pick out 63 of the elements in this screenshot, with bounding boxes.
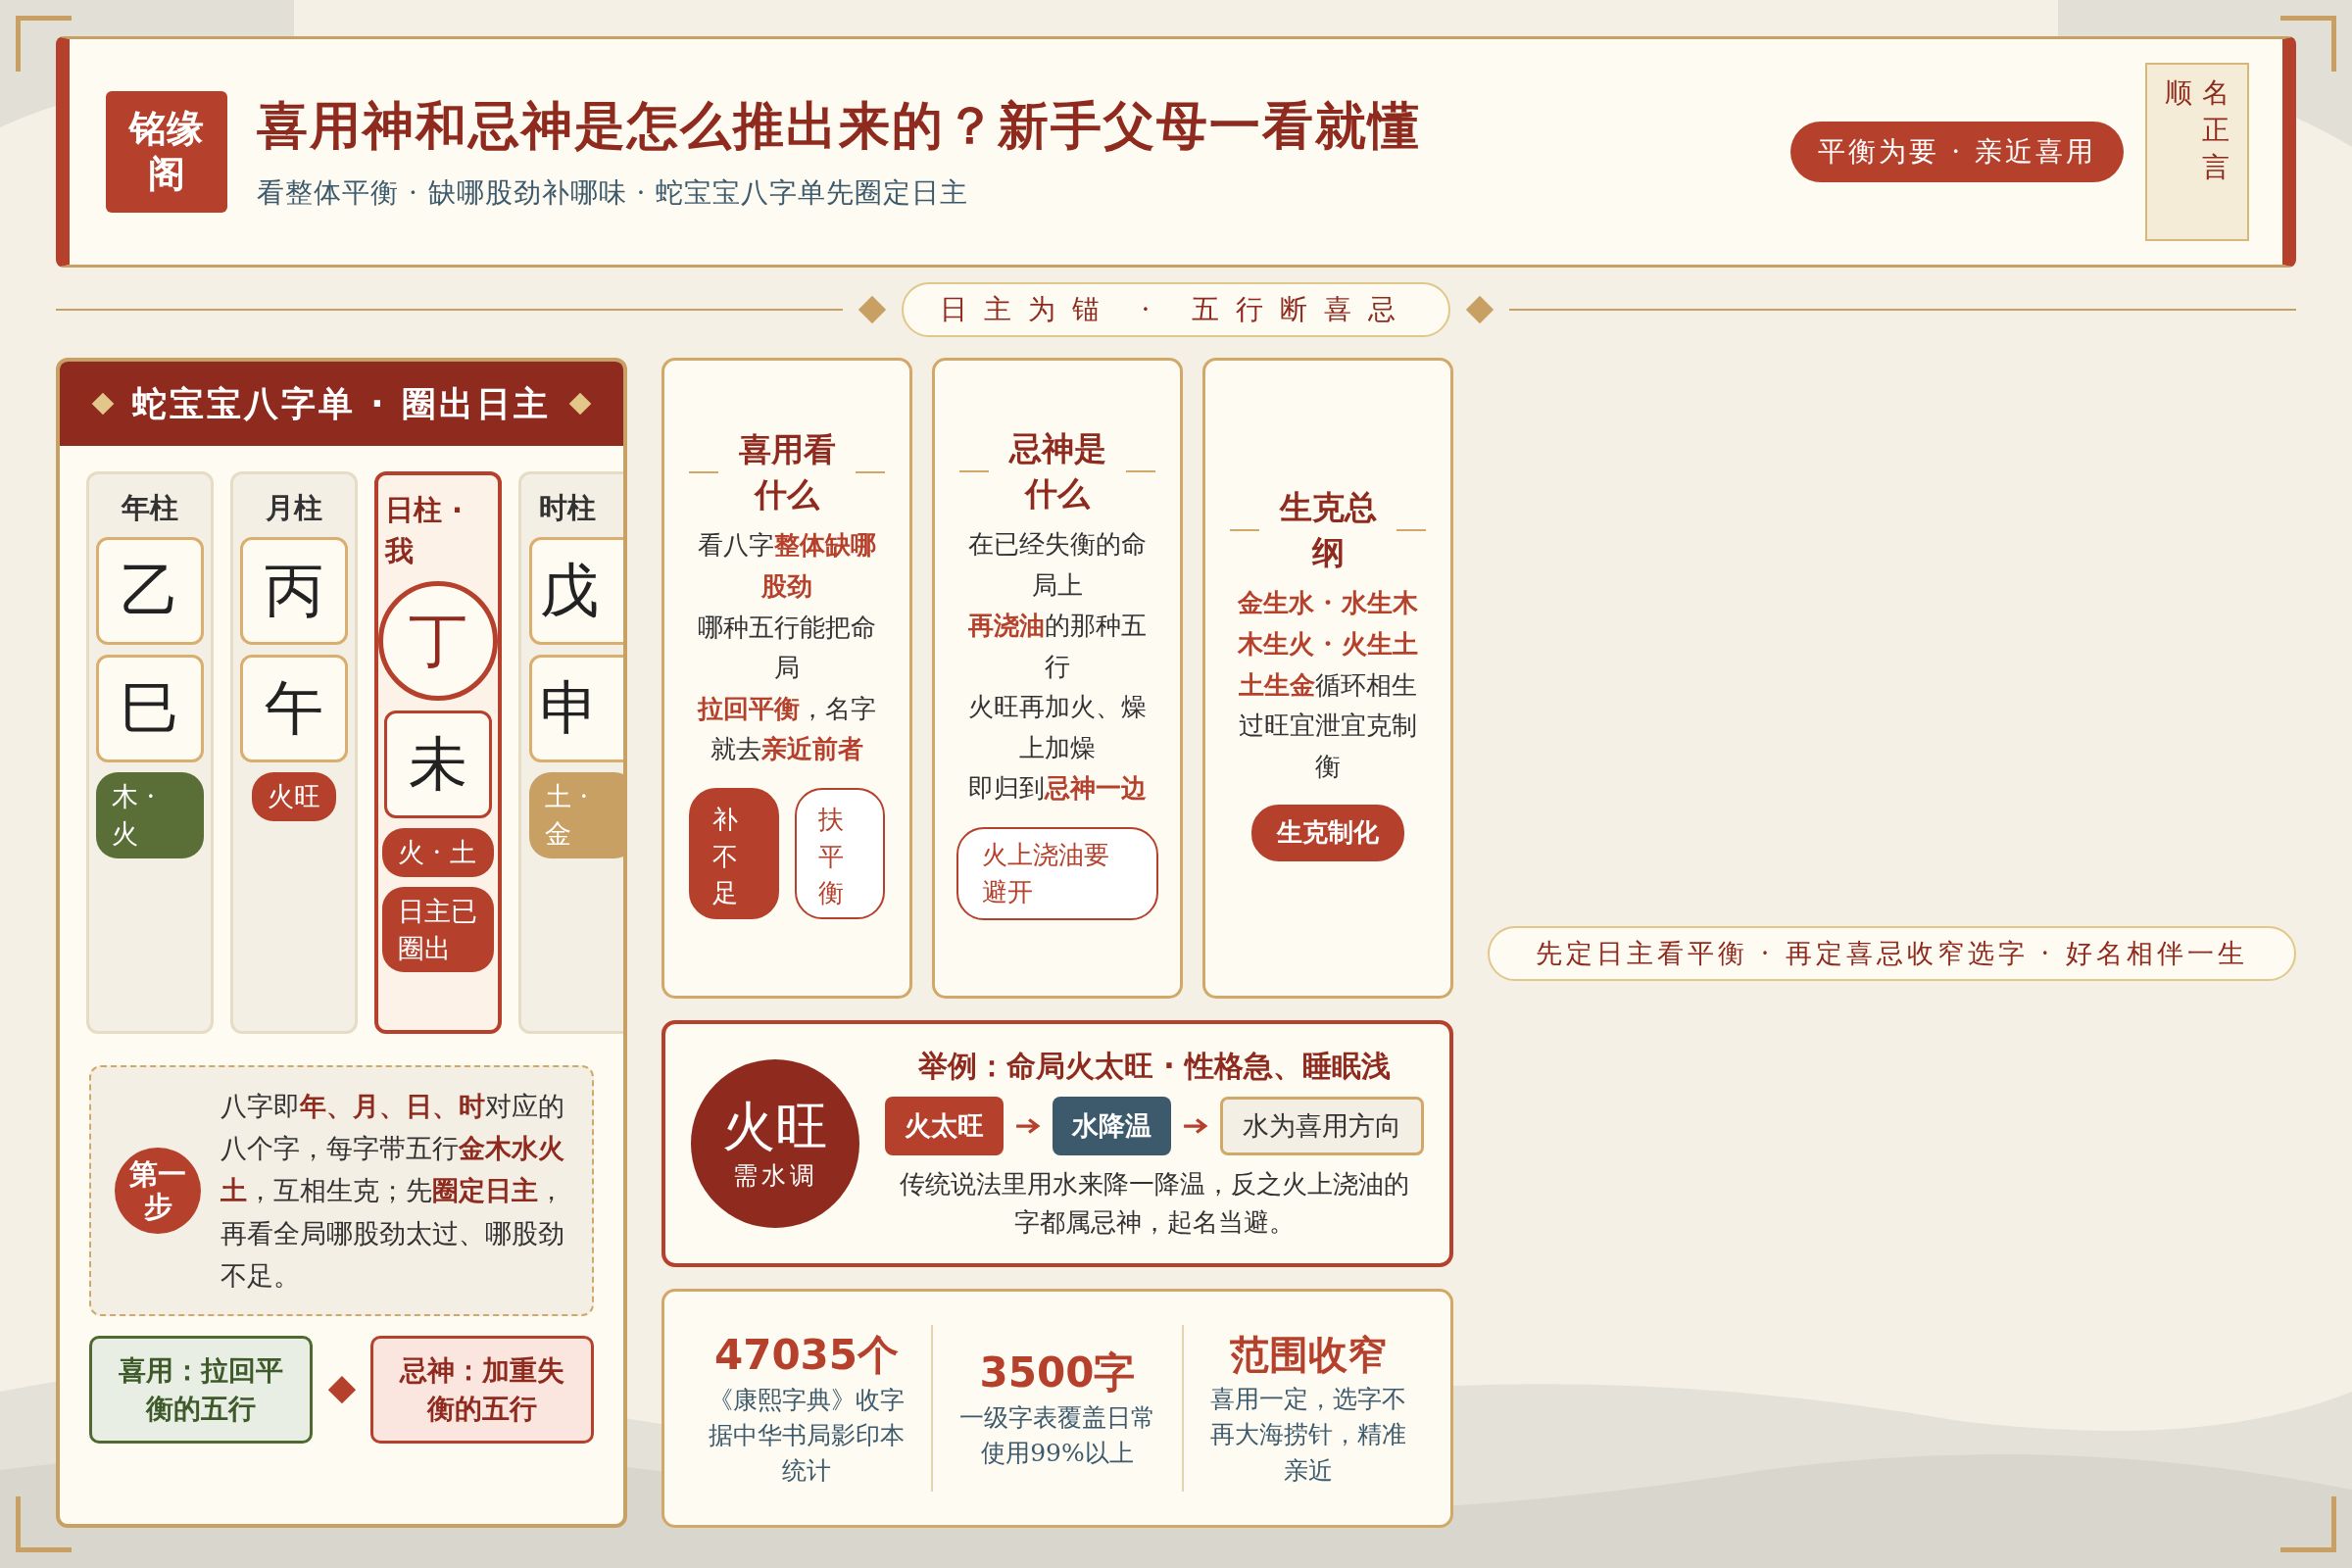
flow-step: 火太旺 bbox=[885, 1096, 1004, 1155]
branch-character: 未 bbox=[384, 710, 492, 819]
pillar-label: 月柱 bbox=[266, 490, 322, 526]
card-text: 土生金循环相生 bbox=[1238, 668, 1418, 702]
motto-tag: 平衡为要 · 亲近喜用 bbox=[1790, 122, 2124, 182]
stem-character: 丙 bbox=[240, 537, 348, 645]
element-tag: 火 · 土 bbox=[382, 828, 494, 877]
stat-label: 《康熙字典》收字据中华书局影印本统计 bbox=[708, 1384, 906, 1488]
element-tag: 土 · 金 bbox=[529, 772, 623, 858]
example-text: 传统说法里用水来降一降温，反之火上浇油的字都属忌神，起名当避。 bbox=[899, 1167, 1410, 1239]
card-text: 拉回平衡，名字就去亲近前者 bbox=[696, 692, 877, 766]
branch-character: 申 bbox=[529, 655, 623, 762]
section-banner: 日主为锚 · 五行断喜忌 bbox=[902, 282, 1450, 337]
keyword-chip: 补不足 bbox=[689, 787, 779, 919]
card-text: 再浇油的那种五行 bbox=[967, 610, 1148, 683]
arrow-icon bbox=[1183, 1116, 1208, 1135]
stem-character: 戊 bbox=[529, 537, 623, 645]
stat-value: 3500字 bbox=[979, 1347, 1136, 1398]
branch-character: 午 bbox=[240, 655, 348, 762]
panel-title: 蛇宝宝八字单 · 圈出日主 bbox=[132, 382, 551, 425]
subtitle: 看整体平衡 · 缺哪股劲补哪味 · 蛇宝宝八字单先圈定日主 bbox=[257, 175, 970, 211]
badge-subtitle: 需水调 bbox=[732, 1159, 818, 1192]
element-tag: 日主已圈出 bbox=[382, 886, 494, 973]
stem-character: 乙 bbox=[96, 537, 204, 645]
card-title: 忌神是什么 bbox=[1007, 427, 1107, 514]
card-text: 过旺宜泄宜克制衡 bbox=[1238, 710, 1418, 783]
stat-value: 47035个 bbox=[713, 1329, 900, 1381]
flow-step: 水为喜用方向 bbox=[1220, 1096, 1424, 1155]
flow-step: 水降温 bbox=[1053, 1096, 1171, 1155]
keyword-chip: 生克制化 bbox=[1251, 805, 1404, 861]
pillar-label: 日柱 · 我 bbox=[385, 492, 465, 570]
stat-label: 喜用一定，选字不再大海捞针，精准亲近 bbox=[1209, 1384, 1407, 1487]
note-text: 八字即年、月、日、时对应的八个字，每字带五行金木水火土，互相生克；先圈定日主，再看全局哪股劲太过、哪股劲不足。 bbox=[220, 1090, 565, 1293]
definition-box: 喜用：拉回平衡的五行 bbox=[89, 1335, 313, 1444]
card-text: 即归到忌神一边 bbox=[967, 772, 1148, 806]
card-text: 火旺再加火、燥上加燥 bbox=[967, 691, 1148, 764]
branch-character: 巳 bbox=[96, 655, 204, 762]
pillar-label: 年柱 bbox=[122, 490, 178, 526]
seal-stamp: 顺 名正言 bbox=[2145, 63, 2249, 241]
card-title: 喜用看什么 bbox=[737, 429, 837, 516]
card-text: 哪种五行能把命局 bbox=[697, 611, 877, 685]
pillar-label: 时柱 bbox=[538, 490, 596, 526]
step-badge: 第一步 bbox=[115, 1147, 201, 1234]
logo: 铭缘阁 bbox=[106, 91, 227, 213]
card-text: 看八字整体缺哪股劲 bbox=[697, 529, 877, 603]
arrow-icon bbox=[1015, 1116, 1041, 1135]
card-title: 生克总纲 bbox=[1278, 487, 1378, 574]
stat-label: 一级字表覆盖日常使用99%以上 bbox=[958, 1401, 1156, 1469]
element-tag: 火旺 bbox=[252, 772, 336, 821]
page-title: 喜用神和忌神是怎么推出来的？新手父母一看就懂 bbox=[257, 95, 1422, 157]
keyword-chip: 扶平衡 bbox=[795, 787, 885, 919]
corner-ornament bbox=[2280, 1496, 2336, 1552]
stat-value: 范围收窄 bbox=[1230, 1330, 1387, 1380]
card-text: 金生水 · 水生木 bbox=[1237, 587, 1419, 620]
slogan-pill: 先定日主看平衡 · 再定喜忌收窄选字 · 好名相伴一生 bbox=[1488, 926, 2296, 981]
keyword-chip: 火上浇油要避开 bbox=[956, 827, 1158, 921]
definition-box: 忌神：加重失衡的五行 bbox=[370, 1335, 594, 1444]
element-tag: 木 · 火 bbox=[96, 772, 204, 858]
stem-character: 丁 bbox=[378, 581, 498, 702]
card-text: 在已经失衡的命局上 bbox=[967, 527, 1148, 602]
badge-title: 火旺 bbox=[722, 1096, 828, 1159]
card-text: 木生火 · 火生土 bbox=[1237, 627, 1419, 661]
example-title: 举例：命局火太旺 · 性格急、睡眠浅 bbox=[917, 1047, 1392, 1085]
